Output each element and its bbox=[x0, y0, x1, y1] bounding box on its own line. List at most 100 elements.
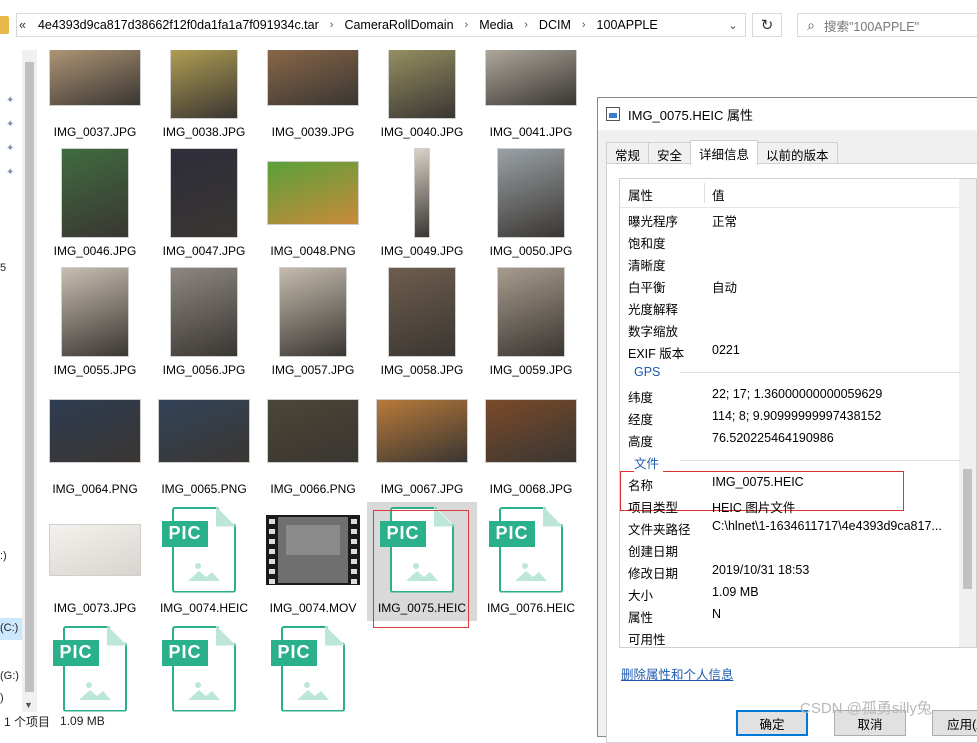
property-row[interactable]: 曝光程序 正常 bbox=[620, 207, 960, 229]
file-item[interactable]: IMG_0038.JPG bbox=[149, 50, 259, 145]
property-row[interactable]: 大小 1.09 MB bbox=[620, 581, 960, 603]
file-item[interactable]: IMG_0057.JPG bbox=[258, 264, 368, 383]
file-item[interactable]: IMG_0074.MOV bbox=[258, 502, 368, 621]
file-item[interactable]: PICIMG_0082.HEIC bbox=[149, 621, 259, 712]
file-item[interactable]: IMG_0064.PNG bbox=[40, 383, 150, 502]
breadcrumb[interactable]: « 4e4393d9ca817d38662f12f0da1fa1a7f09193… bbox=[16, 13, 746, 37]
property-list[interactable]: 属性 值 曝光程序 正常 饱和度 清晰度 白平衡 自动 光度解释 数字缩放 EXIF 版本 022… bbox=[619, 178, 977, 648]
tab-security[interactable]: 安全 bbox=[648, 142, 692, 165]
breadcrumb-overflow[interactable]: « bbox=[17, 18, 34, 32]
apply-button[interactable]: 应用(A) bbox=[932, 710, 977, 736]
chevron-down-icon[interactable]: ⌄ bbox=[720, 13, 746, 37]
property-row-longitude[interactable]: 经度 114; 8; 9.90999999997438152 bbox=[620, 405, 960, 427]
property-row[interactable]: 清晰度 bbox=[620, 251, 960, 273]
file-item[interactable]: PIC IMG_0074.HEIC bbox=[149, 502, 259, 621]
ok-button[interactable]: 确定 bbox=[736, 710, 808, 736]
image-thumbnail bbox=[45, 264, 145, 359]
file-name: IMG_0047.JPG bbox=[162, 244, 246, 258]
file-item[interactable]: IMG_0039.JPG bbox=[258, 50, 368, 145]
breadcrumb-item[interactable]: 4e4393d9ca817d38662f12f0da1fa1a7f091934c… bbox=[34, 18, 323, 32]
file-item[interactable]: IMG_0037.JPG bbox=[40, 50, 150, 145]
scroll-down-icon[interactable]: ▼ bbox=[24, 700, 33, 710]
nav-scrollbar[interactable]: ▼ bbox=[22, 50, 37, 712]
property-row[interactable]: 数字缩放 bbox=[620, 317, 960, 339]
search-input[interactable]: ⌕ 搜索"100APPLE" bbox=[797, 13, 977, 37]
image-thumbnail bbox=[45, 145, 145, 240]
property-row-altitude[interactable]: 高度 76.520225464190986 bbox=[620, 427, 960, 449]
pin-icon[interactable]: ✦ bbox=[6, 96, 16, 106]
file-name: IMG_0064.PNG bbox=[52, 482, 138, 496]
property-value: HEIC 图片文件 bbox=[712, 501, 796, 515]
nav-item[interactable]: :) bbox=[0, 550, 7, 562]
file-name: IMG_0049.JPG bbox=[380, 244, 464, 258]
property-row[interactable]: 白平衡 自动 bbox=[620, 273, 960, 295]
file-item[interactable]: IMG_0046.JPG bbox=[40, 145, 150, 264]
dialog-titlebar[interactable]: IMG_0075.HEIC 属性 bbox=[598, 98, 977, 130]
remove-properties-link[interactable]: 删除属性和个人信息 bbox=[621, 664, 734, 683]
nav-item-selected[interactable]: (C:) bbox=[0, 618, 22, 640]
search-placeholder: 搜索"100APPLE" bbox=[824, 19, 920, 34]
column-header-property[interactable]: 属性 bbox=[628, 185, 653, 204]
file-item[interactable]: IMG_0048.PNG bbox=[258, 145, 368, 264]
property-row[interactable]: 文件夹路径 C:\hlnet\1-1634611717\4e4393d9ca817… bbox=[620, 515, 960, 537]
breadcrumb-item[interactable]: DCIM bbox=[535, 18, 575, 32]
file-item[interactable]: IMG_0059.JPG bbox=[476, 264, 586, 383]
property-row[interactable]: 可用性 bbox=[620, 625, 960, 647]
nav-item[interactable]: 5 bbox=[0, 262, 6, 274]
nav-item[interactable]: ) bbox=[0, 692, 4, 704]
scrollbar-thumb[interactable] bbox=[963, 469, 972, 589]
file-item[interactable]: IMG_0066.PNG bbox=[258, 383, 368, 502]
tab-details[interactable]: 详细信息 bbox=[690, 140, 759, 165]
heic-file-icon: PIC bbox=[263, 621, 363, 712]
breadcrumb-item[interactable]: CameraRollDomain bbox=[340, 18, 457, 32]
file-item[interactable]: IMG_0040.JPG bbox=[367, 50, 477, 145]
file-item[interactable]: IMG_0041.JPG bbox=[476, 50, 586, 145]
property-row[interactable]: 名称 IMG_0075.HEIC bbox=[620, 471, 960, 493]
file-name: IMG_0056.JPG bbox=[162, 363, 246, 377]
breadcrumb-separator[interactable]: › bbox=[517, 19, 535, 31]
file-item[interactable]: IMG_0055.JPG bbox=[40, 264, 150, 383]
property-row[interactable]: 修改日期 2019/10/31 18:53 bbox=[620, 559, 960, 581]
property-row[interactable]: 创建日期 bbox=[620, 537, 960, 559]
image-thumbnail bbox=[372, 50, 472, 121]
property-row[interactable]: 属性 N bbox=[620, 603, 960, 625]
pin-icon[interactable]: ✦ bbox=[6, 168, 16, 178]
pin-icon[interactable]: ✦ bbox=[6, 120, 16, 130]
breadcrumb-item[interactable]: Media bbox=[475, 18, 517, 32]
property-value: 自动 bbox=[712, 281, 738, 295]
refresh-button[interactable]: ↻ bbox=[752, 13, 782, 37]
file-item[interactable]: IMG_0058.JPG bbox=[367, 264, 477, 383]
property-row[interactable]: EXIF 版本 0221 bbox=[620, 339, 960, 361]
file-item[interactable]: PICIMG_0083.HEIC bbox=[258, 621, 368, 712]
breadcrumb-separator[interactable]: › bbox=[323, 19, 341, 31]
file-item[interactable]: PIC IMG_0076.HEIC bbox=[476, 502, 586, 621]
file-item[interactable]: IMG_0050.JPG bbox=[476, 145, 586, 264]
file-item[interactable]: PICIMG_0081.HEIC bbox=[40, 621, 150, 712]
breadcrumb-separator[interactable]: › bbox=[575, 19, 593, 31]
property-list-scrollbar[interactable] bbox=[959, 179, 976, 647]
file-item[interactable]: IMG_0068.JPG bbox=[476, 383, 586, 502]
breadcrumb-item[interactable]: 100APPLE bbox=[593, 18, 662, 32]
property-row-latitude[interactable]: 纬度 22; 17; 1.36000000000059629 bbox=[620, 383, 960, 405]
property-value: C:\hlnet\1-1634611717\4e4393d9ca817... bbox=[712, 519, 942, 533]
column-divider[interactable] bbox=[704, 183, 705, 203]
property-row[interactable]: 光度解释 bbox=[620, 295, 960, 317]
group-label: 文件 bbox=[634, 453, 664, 472]
file-item[interactable]: IMG_0047.JPG bbox=[149, 145, 259, 264]
property-row[interactable]: 饱和度 bbox=[620, 229, 960, 251]
tab-previous-versions[interactable]: 以前的版本 bbox=[757, 142, 838, 165]
file-item[interactable]: IMG_0056.JPG bbox=[149, 264, 259, 383]
property-value: 1.09 MB bbox=[712, 585, 759, 599]
tab-general[interactable]: 常规 bbox=[606, 142, 650, 165]
file-item[interactable]: IMG_0067.JPG bbox=[367, 383, 477, 502]
property-row[interactable]: 项目类型 HEIC 图片文件 bbox=[620, 493, 960, 515]
column-header-value[interactable]: 值 bbox=[712, 185, 725, 204]
file-item[interactable]: IMG_0073.JPG bbox=[40, 502, 150, 621]
breadcrumb-separator[interactable]: › bbox=[458, 19, 476, 31]
scrollbar-thumb[interactable] bbox=[25, 62, 34, 692]
pin-icon[interactable]: ✦ bbox=[6, 144, 16, 154]
property-name: 纬度 bbox=[628, 391, 654, 405]
file-item[interactable]: IMG_0065.PNG bbox=[149, 383, 259, 502]
file-item[interactable]: IMG_0049.JPG bbox=[367, 145, 477, 264]
nav-item[interactable]: (G:) bbox=[0, 670, 19, 682]
